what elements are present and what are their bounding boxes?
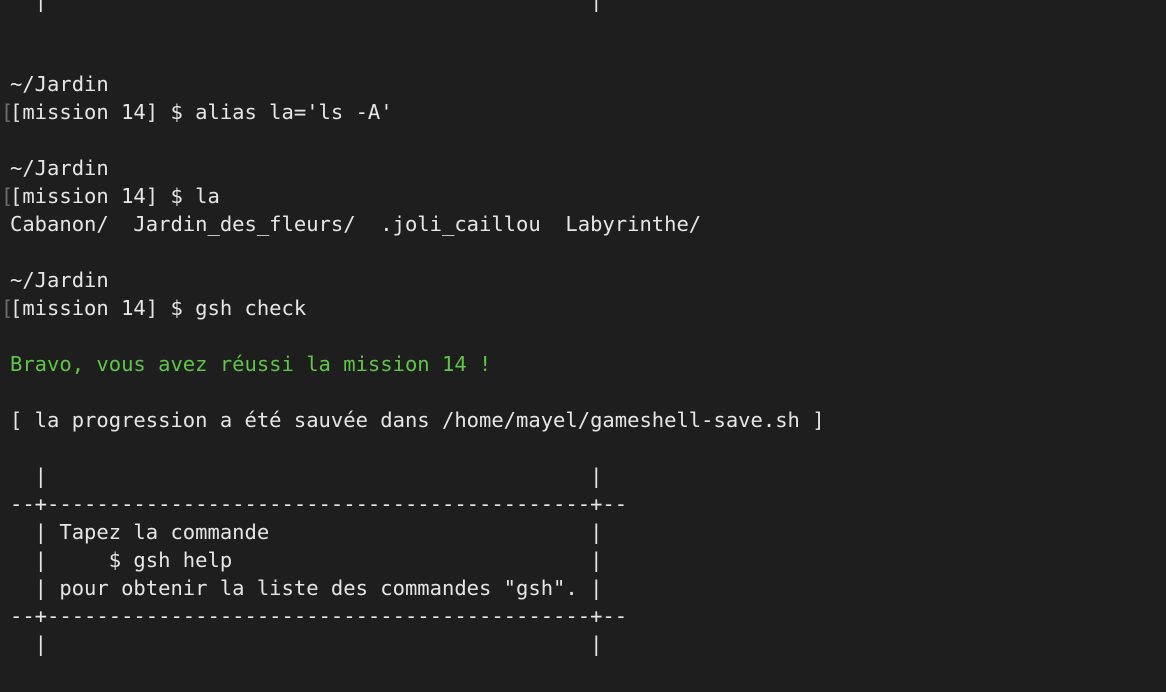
terminal-line: [ la progression a été sauvée dans /home…	[10, 406, 1166, 434]
line-text: [mission 14] $ alias la='ls -A'	[10, 100, 393, 124]
line-text: | |	[10, 632, 603, 656]
line-text: | pour obtenir la liste des commandes "g…	[10, 576, 603, 600]
line-text: [mission 14] $ gsh check	[10, 296, 307, 320]
terminal-line: | |	[10, 0, 1166, 14]
line-text: [mission 14] $ la	[10, 184, 220, 208]
line-text: --+-------------------------------------…	[10, 604, 628, 628]
terminal-line: | pour obtenir la liste des commandes "g…	[10, 574, 1166, 602]
line-text: | Tapez la commande |	[10, 520, 603, 544]
success-message: Bravo, vous avez réussi la mission 14 !	[10, 350, 1166, 378]
terminal-line: Cabanon/ Jardin_des_fleurs/ .joli_caillo…	[10, 210, 1166, 238]
prompt-mark-icon: [	[1, 296, 14, 320]
command-line: [[mission 14] $ gsh check	[1, 294, 1166, 322]
line-text: --+-------------------------------------…	[10, 492, 628, 516]
line-text: Bravo, vous avez réussi la mission 14 !	[10, 352, 492, 376]
line-text: | |	[10, 0, 603, 12]
terminal-line: --+-------------------------------------…	[10, 490, 1166, 518]
command-line: [[mission 14] $ alias la='ls -A'	[1, 98, 1166, 126]
line-text: | $ gsh help |	[10, 548, 603, 572]
terminal-line: | Tapez la commande |	[10, 518, 1166, 546]
cwd-line: ~/Jardin	[10, 154, 1166, 182]
prompt-mark-icon: [	[1, 184, 14, 208]
line-text: ~/Jardin	[10, 268, 109, 292]
terminal-line: | |	[10, 462, 1166, 490]
line-text: ~/Jardin	[10, 156, 109, 180]
command-line: [[mission 14] $ la	[1, 182, 1166, 210]
terminal-line: | $ gsh help |	[10, 546, 1166, 574]
line-text: | |	[10, 464, 603, 488]
terminal-line: --+-------------------------------------…	[10, 602, 1166, 630]
terminal-line: | |	[10, 630, 1166, 658]
line-text: Cabanon/ Jardin_des_fleurs/ .joli_caillo…	[10, 212, 702, 236]
line-text: [ la progression a été sauvée dans /home…	[10, 408, 825, 432]
cwd-line: ~/Jardin	[10, 266, 1166, 294]
prompt-mark-icon: [	[1, 100, 14, 124]
cwd-line: ~/Jardin	[10, 70, 1166, 98]
terminal-window[interactable]: | | ~/Jardin[[mission 14] $ alias la='ls …	[1, 0, 1166, 658]
line-text: ~/Jardin	[10, 72, 109, 96]
